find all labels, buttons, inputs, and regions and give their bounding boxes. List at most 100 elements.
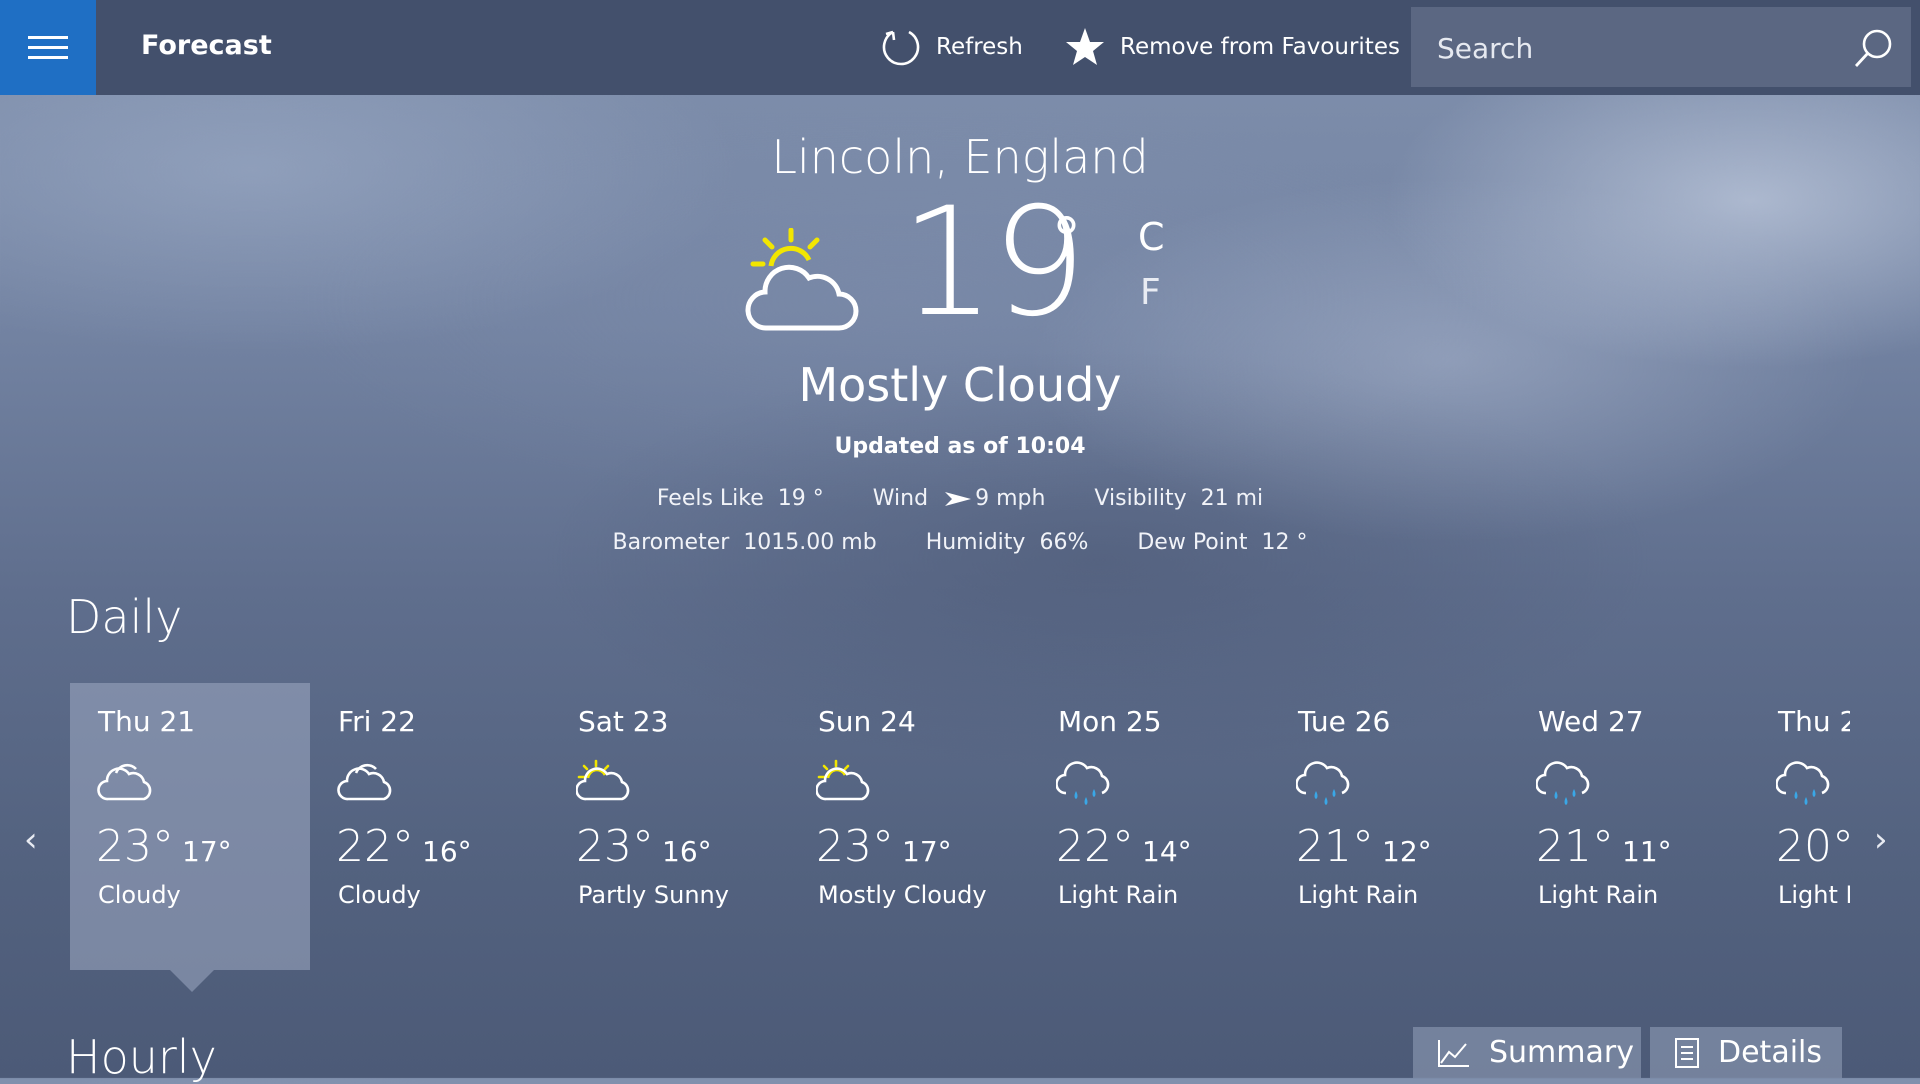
summary-tab[interactable]: Summary: [1413, 1027, 1641, 1078]
day-icon-wrap: [1055, 759, 1112, 815]
day-high-temp: 20°: [1776, 821, 1850, 872]
dew-point: Dew Point 12 °: [1137, 530, 1307, 555]
hamburger-icon-line: [28, 56, 68, 59]
details-tab[interactable]: Details: [1650, 1027, 1842, 1078]
wind-direction-icon: [945, 492, 972, 506]
light-rain-icon: [1775, 761, 1830, 805]
summary-tab-label: Summary: [1489, 1035, 1634, 1070]
visibility-value: 21 mi: [1200, 486, 1264, 511]
cloudy-icon: [97, 763, 152, 801]
day-card[interactable]: Sat 23 23° 16° Partly Sunny: [550, 683, 790, 970]
day-icon-wrap: [575, 759, 632, 815]
refresh-button[interactable]: Refresh: [880, 26, 1023, 68]
humidity: Humidity 66%: [926, 530, 1089, 555]
scroll-right-arrow[interactable]: ›: [1874, 820, 1888, 860]
fahrenheit-toggle[interactable]: F: [1140, 272, 1161, 313]
search-icon[interactable]: [1851, 27, 1895, 71]
day-low-temp: 17°: [182, 835, 232, 868]
day-low-temp: 16°: [662, 835, 712, 868]
day-name: Fri 22: [338, 705, 416, 738]
day-low-temp: 14°: [1142, 835, 1192, 868]
day-card[interactable]: Tue 26 21° 12° Light Rain: [1270, 683, 1510, 970]
day-icon-wrap: [96, 759, 152, 815]
feels-like-value: 19 °: [777, 486, 824, 511]
refresh-icon: [882, 30, 920, 66]
day-condition: Cloudy: [338, 881, 421, 909]
app-title: Forecast: [141, 30, 272, 61]
mostly-cloudy-icon: [815, 759, 870, 801]
hamburger-menu-button[interactable]: [0, 0, 96, 95]
day-name: Thu 21: [98, 705, 196, 738]
day-high-temp: 21°: [1296, 821, 1374, 872]
light-rain-icon: [1295, 761, 1350, 805]
day-card[interactable]: Thu 21 23° 17° Cloudy: [70, 683, 310, 992]
feels-like: Feels Like 19 °: [657, 486, 824, 511]
celsius-toggle[interactable]: C: [1138, 215, 1165, 259]
barometer-value: 1015.00 mb: [743, 530, 877, 555]
wind: Wind 9 mph: [873, 486, 1046, 511]
day-name: Mon 25: [1058, 705, 1162, 738]
day-card[interactable]: Fri 22 22° 16° Cloudy: [310, 683, 550, 970]
humidity-value: 66%: [1039, 530, 1089, 555]
daily-heading: Daily: [66, 590, 183, 644]
search-box: [1411, 7, 1911, 87]
day-high-temp: 22°: [336, 821, 414, 872]
day-icon-wrap: [336, 759, 392, 815]
day-low-temp: 11°: [1622, 835, 1672, 868]
remove-favourite-label: Remove from Favourites: [1120, 34, 1400, 60]
current-condition: Mostly Cloudy: [798, 358, 1122, 412]
day-name: Wed 27: [1538, 705, 1644, 738]
hourly-heading: Hourly: [66, 1030, 217, 1084]
day-card[interactable]: Wed 27 21° 11° Light Rain: [1510, 683, 1750, 970]
mostly-cloudy-icon: [745, 228, 859, 331]
day-name: Tue 26: [1298, 705, 1391, 738]
scroll-left-arrow[interactable]: ‹: [24, 820, 38, 860]
day-high-temp: 23°: [96, 821, 174, 872]
barometer: Barometer 1015.00 mb: [613, 530, 877, 555]
day-card[interactable]: Mon 25 22° 14° Light Rain: [1030, 683, 1270, 970]
day-low-temp: 16°: [422, 835, 472, 868]
daily-forecast-viewport: Thu 21 23° 17° Cloudy Fri 22 22° 16° Cloudy Sat …: [70, 683, 1850, 1003]
day-condition: Light Rain: [1538, 881, 1659, 909]
barometer-label: Barometer: [612, 530, 730, 555]
day-name: Sat 23: [578, 705, 669, 738]
day-high-temp: 23°: [816, 821, 894, 872]
remove-favourite-button[interactable]: Remove from Favourites: [1064, 26, 1400, 68]
dew-point-value: 12 °: [1261, 530, 1308, 555]
day-condition: Partly Sunny: [578, 881, 729, 909]
day-icon-wrap: [1535, 759, 1592, 815]
day-name: Thu 2: [1778, 705, 1850, 738]
refresh-label: Refresh: [936, 34, 1023, 60]
details-row-1: Feels Like 19 ° Wind 9 mph Visibility 21 m…: [0, 486, 1920, 511]
chart-icon: [1438, 1039, 1469, 1067]
day-condition: Cloudy: [98, 881, 181, 909]
day-condition: Mostly Cloudy: [818, 881, 987, 909]
day-icon-wrap: [815, 759, 872, 815]
details-row-2: Barometer 1015.00 mb Humidity 66% Dew Poin…: [0, 530, 1920, 555]
light-rain-icon: [1535, 761, 1590, 805]
search-input[interactable]: [1435, 29, 1839, 67]
wind-label: Wind: [872, 486, 929, 511]
day-condition: Light Rain: [1298, 881, 1419, 909]
hamburger-icon: [28, 36, 68, 39]
updated-time: Updated as of 10:04: [834, 434, 1086, 459]
top-bar: Forecast Refresh Remove from Favourites: [0, 0, 1920, 95]
hamburger-icon-line: [28, 46, 68, 49]
dew-point-label: Dew Point: [1137, 530, 1248, 555]
cloudy-icon: [337, 763, 392, 801]
details-tab-label: Details: [1718, 1035, 1823, 1070]
degree-symbol: °: [1052, 205, 1081, 273]
star-icon: [1066, 28, 1104, 65]
day-card[interactable]: Sun 24 23° 17° Mostly Cloudy: [790, 683, 1030, 970]
day-name: Sun 24: [818, 705, 916, 738]
day-condition: Light F: [1778, 881, 1850, 909]
feels-like-label: Feels Like: [656, 486, 764, 511]
day-card[interactable]: Thu 2 20° Light F: [1750, 683, 1850, 970]
day-icon-wrap: [1295, 759, 1352, 815]
partly-sunny-icon: [575, 759, 630, 801]
visibility: Visibility 21 mi: [1094, 486, 1263, 511]
day-condition: Light Rain: [1058, 881, 1179, 909]
visibility-label: Visibility: [1094, 486, 1187, 511]
day-low-temp: 17°: [902, 835, 952, 868]
day-high-temp: 22°: [1056, 821, 1134, 872]
